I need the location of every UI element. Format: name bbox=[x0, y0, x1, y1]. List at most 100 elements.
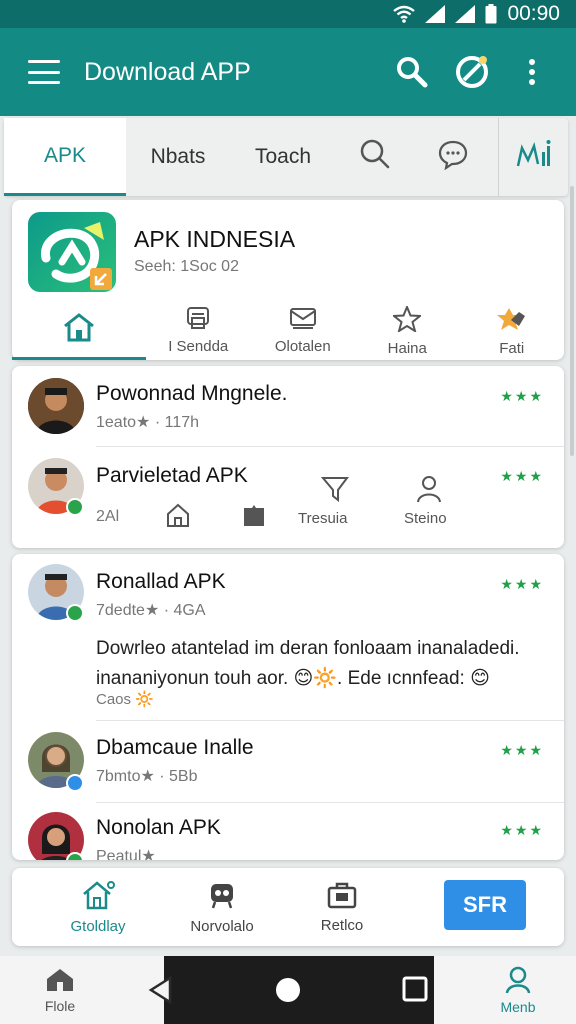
nav-label: Retlco bbox=[320, 916, 364, 934]
sendda-action[interactable]: I Sendda bbox=[146, 300, 251, 360]
post-footer: Caos 🔆 bbox=[96, 691, 154, 708]
haina-action[interactable]: Haina bbox=[355, 300, 460, 360]
list-item[interactable]: Powonnad Mngnele. 1eato★ · 117h ★★★ bbox=[12, 366, 564, 446]
sys-label: Menb bbox=[500, 998, 536, 1015]
action-label: I Sendda bbox=[168, 338, 229, 355]
app-action-bar: I Sendda Olotalen Haina Fati bbox=[12, 300, 564, 360]
avatar bbox=[28, 378, 84, 434]
home-action[interactable] bbox=[12, 300, 146, 360]
home-icon bbox=[63, 312, 95, 346]
robot-icon bbox=[207, 880, 237, 914]
user-icon bbox=[505, 966, 531, 997]
rating-stars: ★★★ bbox=[500, 576, 544, 592]
recents-icon[interactable] bbox=[402, 976, 428, 1007]
tab-bar: APK Nbats Toach bbox=[4, 118, 568, 196]
tab-search[interactable] bbox=[336, 118, 414, 196]
nav-label: Norvolalo bbox=[190, 917, 254, 935]
fati-action[interactable]: Fati bbox=[460, 300, 565, 360]
system-nav-bar: Flole Menb bbox=[0, 956, 576, 1024]
bookmark-icon[interactable] bbox=[242, 504, 266, 533]
nav-item-home[interactable]: Gtoldlay bbox=[58, 868, 138, 946]
device-icon bbox=[185, 306, 211, 334]
menu-icon[interactable] bbox=[28, 60, 60, 84]
list-item[interactable]: Parvieletad APK 2Al Tresuia Steino ★★★ bbox=[12, 446, 564, 546]
feed-card: Ronallad APK 7dedte★ · 4GA ★★★ Dowrleo a… bbox=[12, 554, 564, 860]
list-item[interactable]: Ronallad APK 7dedte★ · 4GA ★★★ Dowrleo a… bbox=[12, 554, 564, 720]
verified-badge bbox=[66, 604, 84, 622]
verified-badge bbox=[66, 852, 84, 860]
search-icon[interactable] bbox=[388, 48, 436, 96]
app-card[interactable]: APK INDNESIA Seeh: 1Soc 02 I Sendda Olot… bbox=[12, 200, 564, 360]
sfr-button[interactable]: SFR bbox=[444, 880, 526, 930]
rating-stars: ★★★ bbox=[500, 388, 544, 404]
item-meta: 7dedte★ · 4GA bbox=[96, 602, 206, 619]
list-item[interactable]: Dbamcaue Inalle 7bmto★ · 5Bb ★★★ bbox=[12, 720, 564, 802]
item-name: Dbamcaue Inalle bbox=[96, 736, 254, 759]
sys-item-home[interactable]: Flole bbox=[32, 956, 88, 1024]
wifi-icon bbox=[393, 5, 416, 23]
user-icon[interactable] bbox=[414, 474, 444, 509]
app-bar: Download APP bbox=[0, 28, 576, 116]
back-icon[interactable] bbox=[148, 975, 174, 1009]
app-title: Download APP bbox=[84, 57, 251, 86]
item-meta: 2Al bbox=[96, 508, 120, 525]
home-icon bbox=[45, 967, 75, 996]
item-meta: 1eato★ · 117h bbox=[96, 414, 200, 431]
signal-icon bbox=[455, 5, 476, 23]
signal-icon bbox=[516, 140, 552, 174]
action-label: Fati bbox=[499, 340, 525, 357]
action-label: Tresuia bbox=[298, 510, 348, 527]
item-name: Ronallad APK bbox=[96, 570, 226, 593]
tab-toach[interactable]: Toach bbox=[230, 118, 336, 196]
item-name: Powonnad Mngnele. bbox=[96, 382, 288, 405]
item-meta: Peatul★ bbox=[96, 848, 156, 860]
system-buttons bbox=[148, 956, 434, 1024]
home-icon bbox=[81, 880, 115, 914]
rating-stars: ★★★ bbox=[500, 822, 544, 838]
post-body-line: inananiyonun touh aor. 😊🔆. Ede ıcnnfead:… bbox=[96, 668, 490, 689]
olotalen-action[interactable]: Olotalen bbox=[251, 300, 356, 360]
sys-label: Flole bbox=[44, 997, 76, 1014]
rating-stars: ★★★ bbox=[500, 742, 544, 758]
star-icon bbox=[391, 304, 423, 336]
sys-item-menu[interactable]: Menb bbox=[488, 956, 548, 1024]
nav-label: Gtoldlay bbox=[70, 917, 126, 935]
item-meta: 7bmto★ · 5Bb bbox=[96, 768, 198, 785]
app-logo bbox=[28, 212, 116, 292]
verified-badge bbox=[66, 774, 84, 792]
feed-card: Powonnad Mngnele. 1eato★ · 117h ★★★ Parv… bbox=[12, 366, 564, 548]
app-subtitle: Seeh: 1Soc 02 bbox=[134, 258, 239, 275]
post-body-line: Dowrleo atantelad im deran fonloaam inan… bbox=[96, 638, 520, 659]
mail-icon bbox=[289, 306, 317, 334]
list-item[interactable]: Nonolan APK Peatul★ ★★★ bbox=[12, 802, 564, 860]
status-bar: 00:90 bbox=[0, 0, 576, 28]
action-label: Steino bbox=[404, 510, 447, 527]
verified-badge bbox=[66, 498, 84, 516]
tab-nbats[interactable]: Nbats bbox=[126, 118, 230, 196]
search-icon bbox=[359, 138, 391, 176]
rating-stars: ★★★ bbox=[500, 468, 544, 484]
chat-icon bbox=[437, 138, 469, 176]
status-time: 00:90 bbox=[507, 2, 560, 25]
nav-item-retlco[interactable]: Retlco bbox=[302, 868, 382, 946]
action-label: Olotalen bbox=[274, 338, 331, 355]
home-circle-icon[interactable] bbox=[274, 976, 302, 1009]
compass-icon[interactable] bbox=[448, 48, 496, 96]
bottom-nav: Gtoldlay Norvolalo Retlco SFR bbox=[12, 868, 564, 946]
item-name: Parvieletad APK bbox=[96, 464, 248, 487]
nav-item-norvolalo[interactable]: Norvolalo bbox=[182, 868, 262, 946]
tab-chat[interactable] bbox=[414, 118, 492, 196]
battery-icon bbox=[485, 4, 497, 24]
more-vert-icon[interactable] bbox=[508, 48, 556, 96]
action-label: Haina bbox=[387, 340, 427, 357]
puzzle-icon bbox=[496, 306, 527, 336]
home-outline-icon[interactable] bbox=[166, 502, 190, 533]
filter-icon[interactable] bbox=[320, 474, 350, 507]
item-name: Nonolan APK bbox=[96, 816, 221, 839]
app-name: APK INDNESIA bbox=[134, 226, 296, 252]
signal-icon bbox=[425, 5, 446, 23]
scrollbar[interactable] bbox=[570, 186, 574, 456]
tab-apk[interactable]: APK bbox=[4, 118, 126, 196]
tab-signal[interactable] bbox=[498, 118, 568, 196]
briefcase-icon bbox=[327, 881, 357, 913]
